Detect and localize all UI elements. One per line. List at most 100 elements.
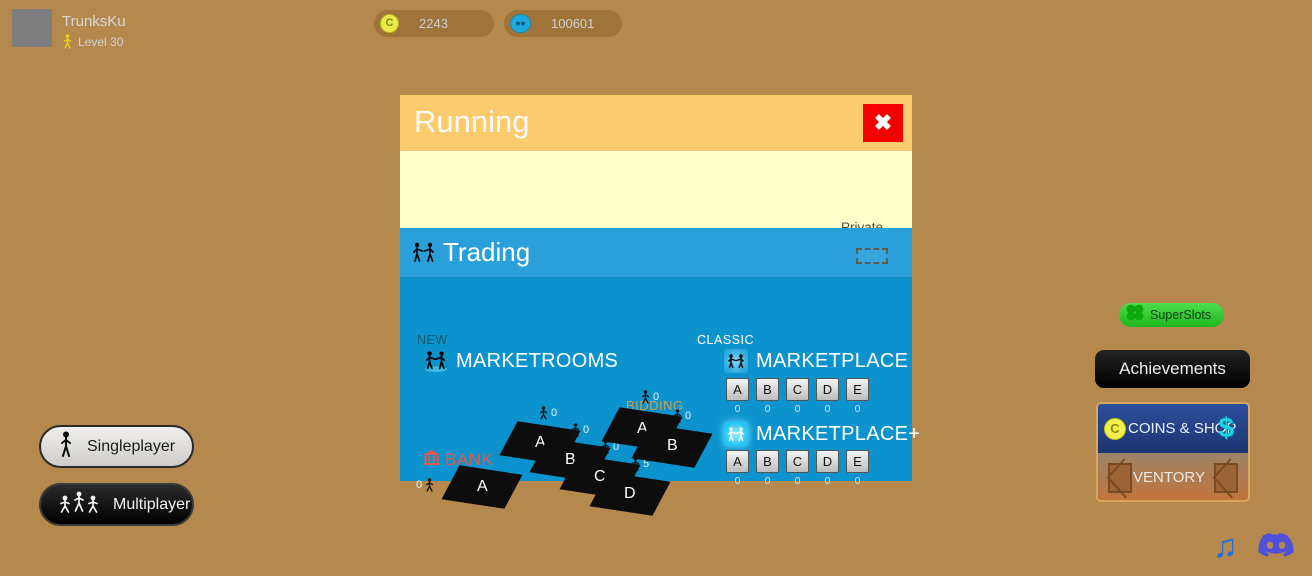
coin-icon: C [1104,417,1126,440]
trading-panel: Trading NEW CLASSIC MARKETROOMS BIDDING … [400,228,920,516]
marketroom-count: 0 [551,407,558,419]
singleplayer-button[interactable]: Singleplayer [39,425,194,468]
marketplace-tile-b[interactable]: B [756,378,779,401]
runner-icon [571,423,580,437]
marketplaceplus-tile-b[interactable]: B [756,450,779,473]
section-marketplaceplus-label: MARKETPLACE+ [756,422,921,445]
single-stickman-icon [59,431,73,462]
marketplace-tile-count: 0 [734,403,741,415]
marketroom-letter: A [476,477,488,495]
marketplace-tile-e[interactable]: E [846,378,869,401]
trade-handshake-icon [412,242,436,269]
tile-cell: D 0 [816,378,839,415]
close-icon[interactable]: ✖ [863,104,903,142]
tile-cell: C 0 [786,450,809,487]
achievements-label: Achievements [1119,359,1226,378]
crate-icon [1108,463,1132,493]
game-screen: TrunksKu Level 30 C 2243 100601 Running … [0,0,1312,576]
achievements-button[interactable]: Achievements [1095,350,1250,388]
label-classic: CLASSIC [697,333,754,347]
marketroom-count: 0 [583,424,590,436]
marketplaceplus-tile-count: 0 [794,475,801,487]
marketrooms-map: BIDDING BANK A 0 A 0 B 0 C 0 D 5 A 0 B 0 [410,358,713,516]
marketroom-count-group: 0 [538,406,557,420]
discord-icon[interactable] [1258,530,1294,563]
section-marketplace-label: MARKETPLACE [756,349,909,372]
marketplace-tile-c[interactable]: C [786,378,809,401]
runner-icon [63,34,72,49]
marketplaceplus-tile-e[interactable]: E [846,450,869,473]
runner-icon [539,406,548,420]
marketroom-letter: D [624,485,636,502]
marketplace-tile-count: 0 [794,403,801,415]
trading-panel-header: Trading [400,228,912,278]
marketroom-count: 0 [653,391,660,403]
resize-handle-icon[interactable] [856,248,888,264]
gem-icon [510,14,531,33]
tile-cell: A 0 [726,378,749,415]
marketplace-plus-icon [724,422,748,446]
coins-counter[interactable]: C 2243 [374,10,494,37]
trading-panel-body: NEW CLASSIC MARKETROOMS BIDDING BANK A 0… [400,278,920,516]
top-status-bar: TrunksKu Level 30 C 2243 100601 [0,0,1312,49]
player-level-label: Level 30 [78,34,124,49]
marketplace-tile-count: 0 [854,403,861,415]
coin-icon: C [380,14,399,33]
running-panel-body: Stick Runnerz 0 Just for fun 0 Stick Bro… [400,151,912,274]
marketplace-tile-count: 0 [824,403,831,415]
marketplaceplus-tile-count: 0 [764,475,771,487]
tile-cell: A 0 [726,450,749,487]
clover-icon [1125,303,1145,327]
marketplace-tile-d[interactable]: D [816,378,839,401]
music-note-icon[interactable]: ♫ [1213,529,1238,562]
tile-cell: B 0 [756,378,779,415]
tile-cell: B 0 [756,450,779,487]
running-panel-title: Running [414,104,530,139]
coins-value: 2243 [419,16,448,31]
tile-cell: C 0 [786,378,809,415]
inventory-button[interactable]: INVENTORY [1098,453,1248,500]
marketroom-count-group: 0 [672,409,691,423]
marketplaceplus-tiles: A 0 B 0 C 0 D 0 E 0 [726,450,869,487]
running-panel: Running ✖ Stick Runnerz 0 Just for fun 0… [400,95,912,274]
runner-icon [673,409,682,423]
trading-panel-title: Trading [443,237,531,267]
superslots-button[interactable]: SuperSlots [1119,303,1224,327]
marketplaceplus-tile-d[interactable]: D [816,450,839,473]
marketplaceplus-tile-c[interactable]: C [786,450,809,473]
tile-cell: E 0 [846,450,869,487]
marketroom-count: 0 [685,410,692,422]
marketroom-letter: B [666,436,678,454]
section-marketplace-header[interactable]: MARKETPLACE [724,349,908,373]
multiplayer-label: Multiplayer [113,495,191,513]
marketroom-count-group: 0 [416,478,435,492]
marketroom-count-group: 0 [640,390,659,404]
marketroom-count: 0 [416,479,423,491]
superslots-label: SuperSlots [1150,308,1212,322]
trade-handshake-icon [724,349,748,373]
label-new: NEW [417,333,448,347]
marketroom-count-group: 0 [570,423,589,437]
coins-shop-button[interactable]: C COINS & SHOP $ [1098,404,1248,453]
running-panel-header: Running ✖ [400,95,912,151]
singleplayer-label: Singleplayer [87,437,176,455]
marketplaceplus-tile-count: 0 [824,475,831,487]
marketplaceplus-tile-a[interactable]: A [726,450,749,473]
marketplace-tile-count: 0 [764,403,771,415]
dollar-icon: $ [1218,412,1234,443]
marketplaceplus-tile-count: 0 [854,475,861,487]
tile-cell: E 0 [846,378,869,415]
marketplace-tiles: A 0 B 0 C 0 D 0 E 0 [726,378,869,415]
marketroom-tile-bank-a[interactable]: A [441,465,523,509]
avatar[interactable] [12,9,52,47]
crate-icon [1214,463,1238,493]
section-marketplaceplus-header[interactable]: MARKETPLACE+ [724,422,920,446]
player-level: Level 30 [62,34,123,49]
tile-cell: D 0 [816,450,839,487]
multiplayer-button[interactable]: Multiplayer [39,483,194,526]
marketplace-tile-a[interactable]: A [726,378,749,401]
gems-value: 100601 [551,16,595,31]
gems-counter[interactable]: 100601 [504,10,622,37]
runner-icon [425,478,434,492]
bank-icon [423,450,440,470]
